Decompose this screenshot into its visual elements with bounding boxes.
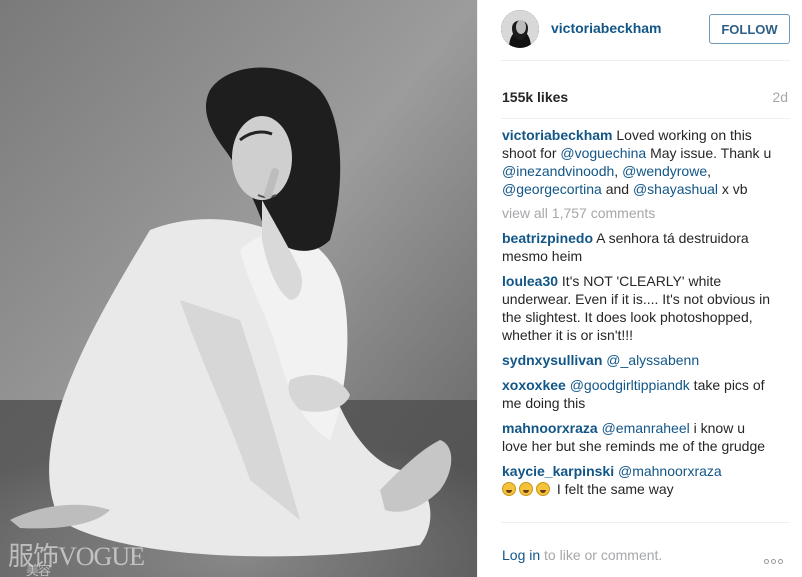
- comment-mention[interactable]: @mahnoorxraza: [614, 463, 722, 479]
- login-prompt: Log in to like or comment.: [502, 547, 662, 563]
- post-photo-art: [0, 0, 477, 577]
- caption-mention[interactable]: @inezandvinoodh: [502, 163, 614, 179]
- comment-username[interactable]: sydnxysullivan: [502, 352, 602, 368]
- caption-mention[interactable]: @georgecortina: [502, 181, 602, 197]
- follow-button[interactable]: FOLLOW: [709, 14, 790, 44]
- comment: mahnoorxraza @emanraheel i know u love h…: [502, 419, 774, 455]
- caption-text: and: [601, 181, 633, 197]
- caption-text: May issue. Thank u: [646, 145, 772, 161]
- caption: victoriabeckham Loved working on this sh…: [502, 126, 774, 198]
- comment-username[interactable]: beatrizpinedo: [502, 230, 593, 246]
- comment: xoxoxkee @goodgirltippiandk take pics of…: [502, 376, 774, 412]
- comment: kaycie_karpinski @mahnoorxraza I felt th…: [502, 462, 774, 498]
- laughing-emoji-icon: [519, 482, 533, 496]
- avatar[interactable]: [501, 10, 539, 48]
- caption-mention[interactable]: @voguechina: [560, 145, 646, 161]
- comment-username[interactable]: loulea30: [502, 273, 558, 289]
- dot-icon: [764, 559, 769, 564]
- watermark-subtext: 美容: [26, 563, 51, 577]
- comment-username[interactable]: mahnoorxraza: [502, 420, 598, 436]
- comment: beatrizpinedo A senhora tá destruidora m…: [502, 229, 774, 265]
- caption-mention[interactable]: @shayashual: [633, 181, 718, 197]
- comment-mention[interactable]: @emanraheel: [598, 420, 690, 436]
- stats-divider: [501, 118, 790, 119]
- dot-icon: [771, 559, 776, 564]
- avatar-image: [501, 10, 539, 48]
- comment-mention[interactable]: @goodgirltippiandk: [566, 377, 690, 393]
- post-photo[interactable]: 服饰VOGUE 美容: [0, 0, 477, 577]
- header-divider: [501, 60, 790, 61]
- login-prompt-text: to like or comment.: [540, 547, 663, 563]
- laughing-emoji-icon: [536, 482, 550, 496]
- post-age[interactable]: 2d: [772, 89, 788, 105]
- comment-list: victoriabeckham Loved working on this sh…: [502, 126, 774, 505]
- dot-icon: [778, 559, 783, 564]
- view-all-comments-link[interactable]: view all 1,757 comments: [502, 204, 774, 222]
- post-details-panel: victoriabeckham FOLLOW 155k likes 2d vic…: [477, 0, 802, 577]
- caption-username[interactable]: victoriabeckham: [502, 127, 613, 143]
- caption-text: ,: [707, 163, 711, 179]
- caption-mention[interactable]: @wendyrowe: [622, 163, 707, 179]
- more-options-icon[interactable]: [764, 551, 790, 564]
- laughing-emoji-icon: [502, 482, 516, 496]
- login-link[interactable]: Log in: [502, 547, 540, 563]
- comment-mention[interactable]: @_alyssabenn: [602, 352, 699, 368]
- comment: loulea30 It's NOT 'CLEARLY' white underw…: [502, 272, 774, 344]
- comment: sydnxysullivan @_alyssabenn: [502, 351, 774, 369]
- like-count[interactable]: 155k likes: [502, 89, 568, 105]
- comment-username[interactable]: kaycie_karpinski: [502, 463, 614, 479]
- caption-text: ,: [614, 163, 623, 179]
- comment-text: I felt the same way: [553, 481, 674, 497]
- vogue-watermark: 服饰VOGUE 美容: [8, 536, 145, 577]
- comment-username[interactable]: xoxoxkee: [502, 377, 566, 393]
- footer-divider: [501, 522, 790, 523]
- post-header: victoriabeckham FOLLOW: [478, 0, 802, 60]
- caption-text: x vb: [718, 181, 748, 197]
- post-author-username[interactable]: victoriabeckham: [551, 20, 662, 36]
